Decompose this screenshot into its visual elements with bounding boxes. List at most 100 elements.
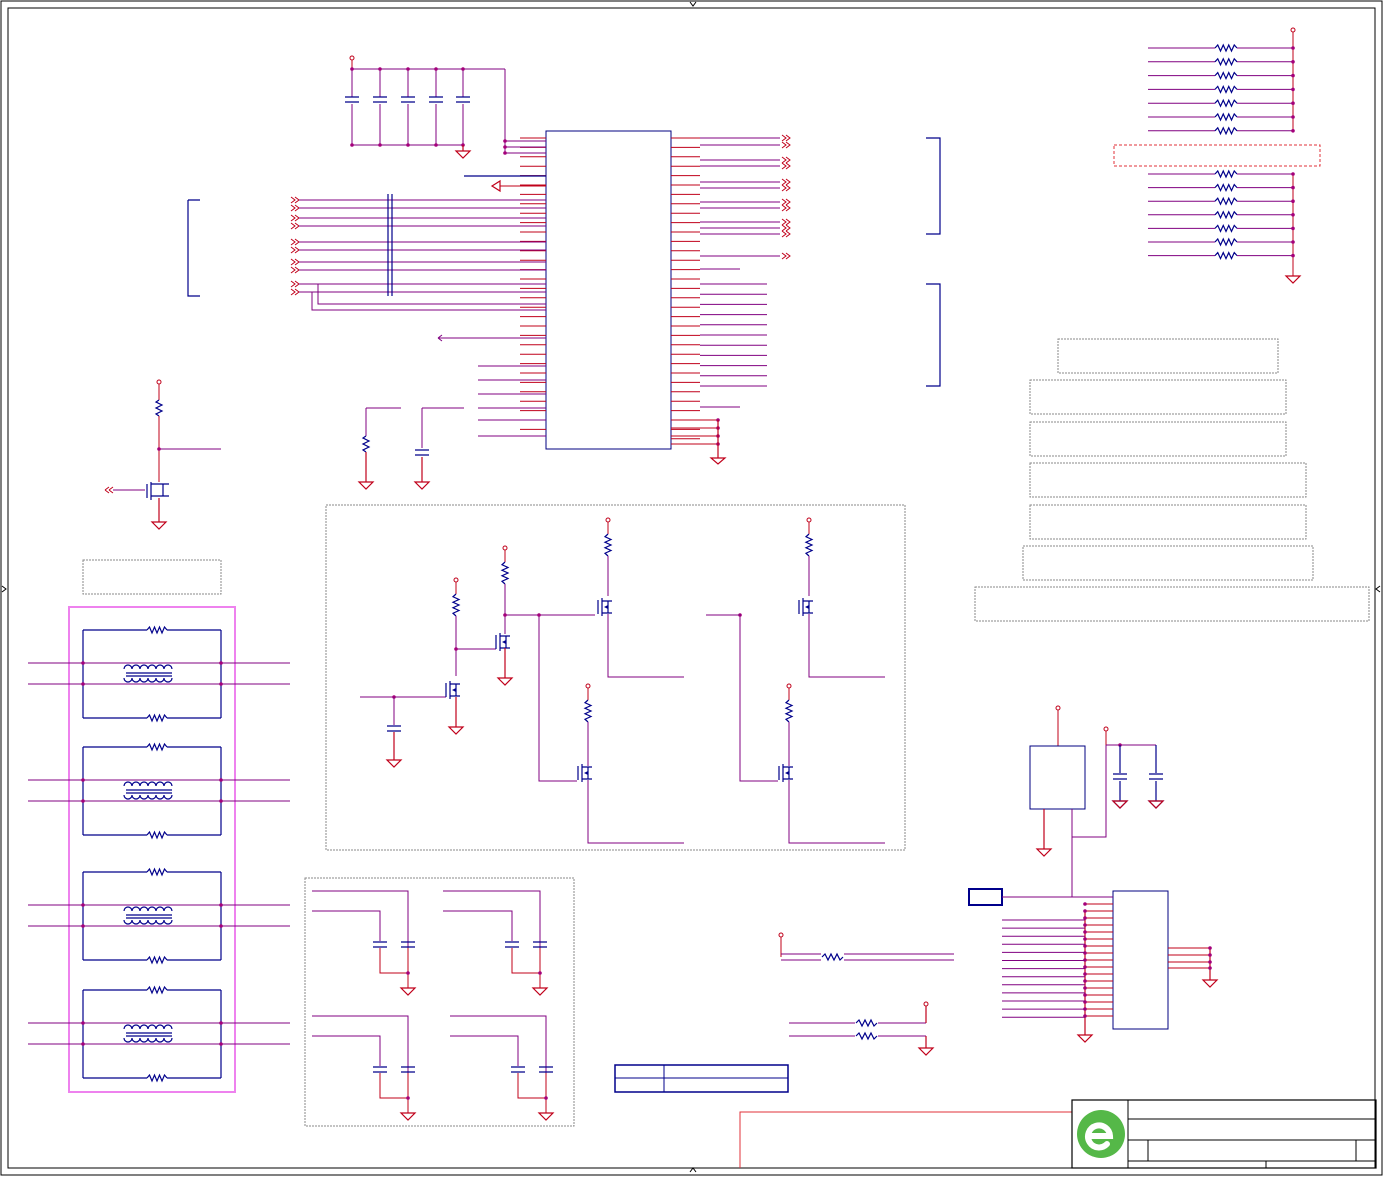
- net-junction: [350, 67, 354, 71]
- transformer-coil: [123, 1024, 173, 1043]
- schematic-sheet: [0, 0, 1383, 1176]
- net-junction: [81, 682, 85, 686]
- capacitor: [401, 96, 415, 103]
- net-junction: [406, 143, 410, 147]
- resistor: [1214, 71, 1238, 81]
- offpage-connector: [781, 134, 791, 142]
- capacitor: [345, 96, 359, 103]
- offpage-connector: [290, 246, 300, 254]
- common-mode-loop: [82, 629, 222, 719]
- net-junction: [1291, 172, 1295, 176]
- filter-capacitor-block: [304, 877, 575, 1127]
- net-junction: [81, 661, 85, 665]
- net-junction: [219, 661, 223, 665]
- net-junction: [1291, 73, 1295, 78]
- net-junction: [1083, 937, 1087, 941]
- offpage-connector: [781, 224, 791, 232]
- offpage-connector: [781, 218, 791, 226]
- net-junction: [378, 143, 382, 147]
- capacitor: [429, 96, 443, 103]
- net-junction: [1083, 986, 1087, 990]
- transformer-coil: [123, 781, 173, 800]
- net-junction: [219, 1042, 223, 1046]
- notes: [974, 338, 1370, 622]
- net-junction: [81, 924, 85, 928]
- connector-brackets: [926, 137, 941, 387]
- net-junction: [1291, 226, 1295, 231]
- resistor: [1214, 169, 1238, 179]
- offpage-connector: [781, 252, 791, 260]
- decoupling-capacitors: [345, 55, 506, 159]
- common-mode-loop: [82, 989, 222, 1079]
- green-e-logo: [1077, 1110, 1125, 1158]
- left-bus: [290, 194, 546, 437]
- resistor: [1214, 126, 1238, 136]
- net-junction: [1291, 60, 1295, 64]
- offpage-connector: [290, 214, 300, 222]
- regulator: [1029, 705, 1165, 857]
- header-connector: [968, 837, 1219, 1043]
- ground-net: [671, 419, 718, 445]
- offpage-connector: [290, 222, 300, 230]
- net-junction: [1083, 951, 1087, 955]
- transformer-coil: [123, 664, 173, 683]
- bus-ripper: [387, 194, 393, 296]
- capacitor: [373, 96, 387, 103]
- net-junction: [1083, 909, 1087, 913]
- mosfet-driver-block: [325, 504, 906, 851]
- net-junction: [1291, 253, 1295, 258]
- net-junction: [81, 1042, 85, 1046]
- net-junction: [219, 924, 223, 928]
- net-junction: [219, 799, 223, 803]
- net-junction: [1208, 966, 1212, 970]
- resistor: [1214, 210, 1238, 220]
- resistor: [1214, 112, 1238, 122]
- net-junction: [503, 151, 507, 155]
- series-resistors: [778, 932, 954, 1056]
- net-junction: [537, 613, 541, 617]
- net-junction: [434, 67, 438, 71]
- offpage-connector: [290, 266, 300, 274]
- resistor: [146, 867, 168, 877]
- resistor: [146, 1073, 168, 1083]
- net-junction: [503, 613, 507, 617]
- offpage-connector: [781, 141, 791, 149]
- offpage-connector: [290, 288, 300, 296]
- net-junction: [1291, 87, 1295, 92]
- net-junction: [1083, 979, 1087, 983]
- resistor: [1214, 237, 1238, 247]
- net-junction: [81, 778, 85, 782]
- offpage-connector: [781, 230, 791, 238]
- net-junction: [81, 1021, 85, 1025]
- net-junction: [219, 1021, 223, 1025]
- offpage-connector: [290, 204, 300, 212]
- offpage-connector: [290, 280, 300, 288]
- net-junction: [1208, 960, 1212, 964]
- net-junction: [1083, 993, 1087, 997]
- net-junction: [219, 903, 223, 907]
- net-junction: [81, 799, 85, 803]
- resistor: [1214, 223, 1238, 233]
- offpage-connector: [781, 198, 791, 206]
- transformer-coil: [123, 906, 173, 925]
- net-junction: [1291, 240, 1295, 244]
- net-junction: [461, 67, 465, 71]
- net-junction: [406, 1096, 410, 1100]
- title-frame-outline: [739, 1111, 1072, 1168]
- schematic-drawing: [0, 0, 1383, 1176]
- resistor: [1214, 84, 1238, 94]
- net-junction: [1083, 916, 1087, 920]
- aux-rc: [357, 407, 464, 490]
- resistor: [1214, 57, 1238, 67]
- resistor: [1214, 183, 1238, 193]
- resistor: [1214, 98, 1238, 108]
- common-mode-loop: [82, 871, 222, 961]
- net-junction: [1208, 946, 1212, 950]
- bus-net: [311, 284, 546, 311]
- net-junction: [81, 903, 85, 907]
- resistor: [146, 713, 168, 723]
- net-junction: [1083, 930, 1087, 934]
- reset-mosfet: [82, 379, 222, 595]
- net-junction: [219, 778, 223, 782]
- net-junction: [1291, 213, 1295, 217]
